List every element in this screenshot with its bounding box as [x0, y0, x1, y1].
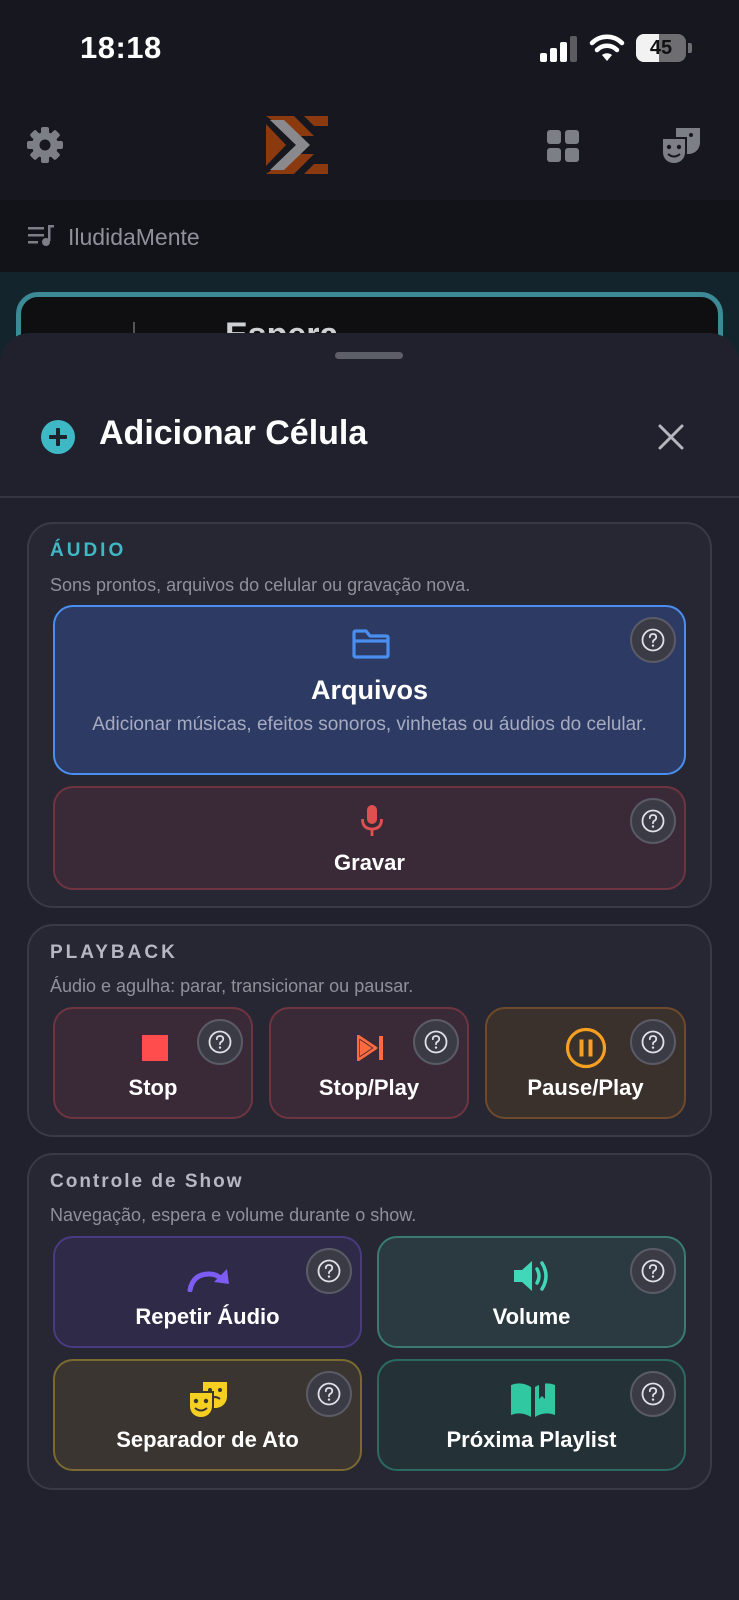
help-icon — [641, 1030, 665, 1054]
stop-icon — [142, 1035, 168, 1061]
volume-icon — [514, 1261, 548, 1291]
repeat-audio-card[interactable]: Repetir Áudio — [53, 1236, 362, 1348]
pause-circle-icon — [565, 1027, 607, 1069]
help-icon — [424, 1030, 448, 1054]
app-header — [0, 100, 739, 200]
skip-next-icon — [357, 1035, 383, 1061]
theater-masks-icon — [188, 1382, 227, 1420]
audio-section-subtitle: Sons prontos, arquivos do celular ou gra… — [50, 575, 471, 595]
help-button[interactable] — [306, 1248, 352, 1294]
playback-section-title: PLAYBACK — [50, 942, 178, 963]
help-button[interactable] — [306, 1371, 352, 1417]
volume-card-label: Volume — [492, 1304, 571, 1329]
plus-circle-icon — [41, 420, 75, 454]
act-separator-card[interactable]: Separador de Ato — [53, 1359, 362, 1471]
show-control-section-subtitle: Navegação, espera e volume durante o sho… — [50, 1205, 417, 1225]
help-icon — [317, 1382, 341, 1406]
pause-play-card[interactable]: Pause/Play — [485, 1007, 686, 1119]
help-icon — [641, 809, 665, 833]
help-icon — [641, 628, 665, 652]
record-card[interactable]: Gravar — [53, 786, 686, 890]
files-card[interactable]: Arquivos Adicionar músicas, efeitos sono… — [53, 605, 686, 775]
help-button[interactable] — [630, 1019, 676, 1065]
help-icon — [641, 1382, 665, 1406]
help-button[interactable] — [630, 617, 676, 663]
playback-section-subtitle: Áudio e agulha: parar, transicionar ou p… — [50, 976, 414, 996]
open-book-icon — [511, 1381, 555, 1417]
status-time: 18:18 — [80, 30, 162, 65]
theater-masks-icon[interactable] — [660, 124, 702, 166]
help-icon — [641, 1259, 665, 1283]
stop-card[interactable]: Stop — [53, 1007, 253, 1119]
battery-level: 45 — [649, 37, 673, 59]
folder-icon — [352, 629, 390, 659]
wifi-icon — [589, 34, 625, 61]
grid-icon[interactable] — [545, 128, 581, 164]
gear-icon[interactable] — [25, 125, 65, 165]
next-playlist-card-label: Próxima Playlist — [446, 1427, 617, 1452]
files-card-description: Adicionar músicas, efeitos sonoros, vinh… — [92, 714, 647, 735]
help-button[interactable] — [630, 1248, 676, 1294]
help-button[interactable] — [413, 1019, 459, 1065]
act-separator-card-label: Separador de Ato — [116, 1427, 299, 1452]
repeat-audio-card-label: Repetir Áudio — [135, 1304, 280, 1329]
close-icon[interactable] — [655, 421, 687, 453]
sheet-drag-handle[interactable] — [335, 352, 403, 359]
sheet-title: Adicionar Célula — [99, 414, 368, 452]
cellular-signal-icon — [540, 36, 577, 62]
stop-play-card[interactable]: Stop/Play — [269, 1007, 469, 1119]
redo-arrow-icon — [187, 1269, 229, 1292]
help-button[interactable] — [197, 1019, 243, 1065]
next-playlist-card[interactable]: Próxima Playlist — [377, 1359, 686, 1471]
help-icon — [208, 1030, 232, 1054]
record-card-label: Gravar — [334, 850, 405, 875]
audio-section-title: ÁUDIO — [50, 540, 127, 561]
help-button[interactable] — [630, 1371, 676, 1417]
sheet-divider — [0, 496, 739, 498]
volume-card[interactable]: Volume — [377, 1236, 686, 1348]
stop-play-card-label: Stop/Play — [318, 1075, 420, 1100]
pause-play-card-label: Pause/Play — [527, 1075, 644, 1100]
show-control-section-title: Controle de Show — [50, 1171, 244, 1192]
help-button[interactable] — [630, 798, 676, 844]
files-card-label: Arquivos — [310, 675, 429, 705]
microphone-icon — [361, 805, 383, 836]
battery-indicator: 45 — [636, 34, 692, 62]
stop-card-label: Stop — [128, 1075, 178, 1100]
app-logo — [266, 116, 328, 174]
playlist-name: IludidaMente — [68, 224, 200, 250]
help-icon — [317, 1259, 341, 1283]
playlist-icon — [28, 225, 54, 246]
